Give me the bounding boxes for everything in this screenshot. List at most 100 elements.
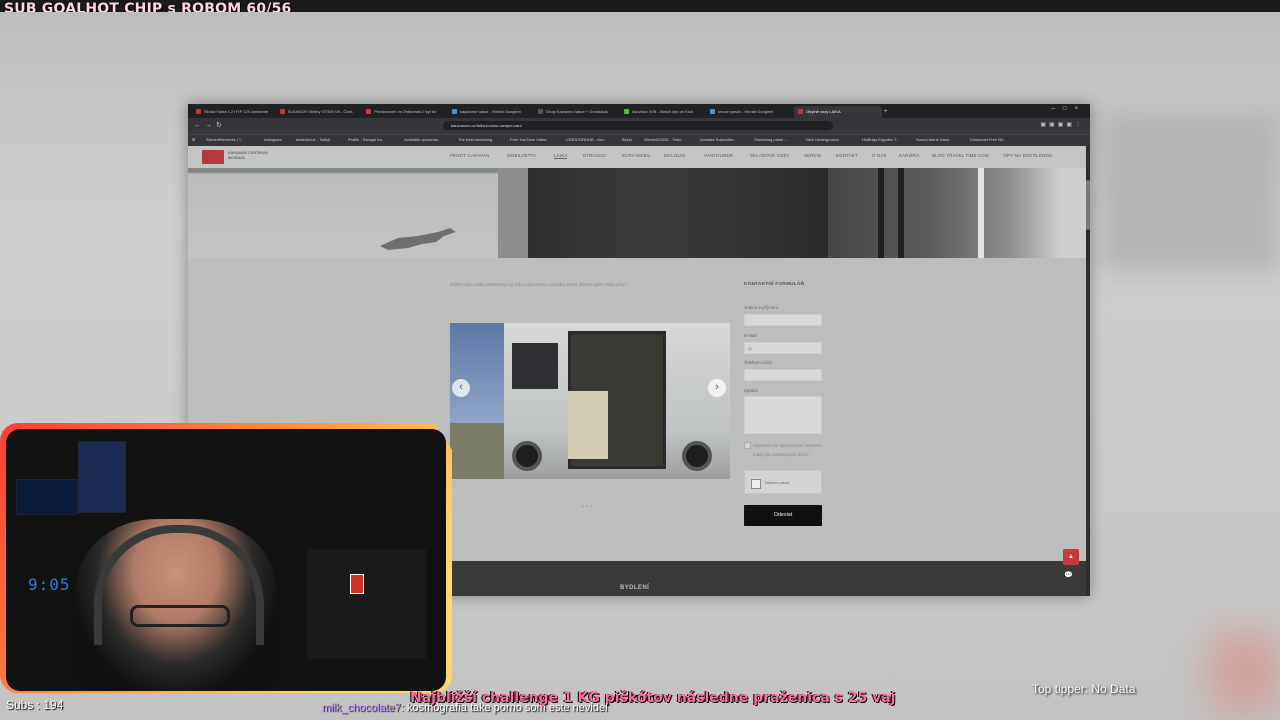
browser-tab-active[interactable]: Obytné vozy LAIKA xyxy=(794,106,882,118)
browser-tab[interactable]: kdovlxka IVIB - Watch dyn on Kick xyxy=(624,106,700,118)
browser-tab[interactable]: Drugi Kaplanno taboe + Geofadula xyxy=(538,106,614,118)
consent-checkbox[interactable] xyxy=(744,442,751,449)
bookmark-item[interactable]: StreamDOGE - Twitc.. xyxy=(644,137,684,142)
bookmark-item[interactable]: The best streaming.. xyxy=(458,137,494,142)
contact-form: KONTAKTNÍ FORMULÁŘ Jméno a příjmení E-ma… xyxy=(744,282,844,526)
bookmark-item[interactable]: Profile - Escape fro.. xyxy=(348,137,384,142)
chat-icon[interactable]: 💬 xyxy=(1064,571,1076,581)
webcam-clock: 9:05 xyxy=(28,575,71,594)
address-bar[interactable]: karavancm.cz/laika-kosmo-camper-van/ xyxy=(443,121,833,130)
page-scrollbar[interactable] xyxy=(1086,146,1090,596)
nav-item[interactable]: O NÁS xyxy=(872,153,887,158)
nav-item[interactable]: MCLOUIS xyxy=(664,153,685,158)
chat-message: milk_chocolate7: kosmografia take porno … xyxy=(322,702,608,714)
nav-item[interactable]: MOBILVETTA xyxy=(507,153,536,158)
tab-favicon-icon xyxy=(196,109,201,115)
scroll-top-icon[interactable]: ▲ xyxy=(1063,549,1079,565)
tab-favicon-icon xyxy=(798,109,803,115)
scrollbar-thumb[interactable] xyxy=(1086,180,1090,230)
browser-tab[interactable]: ELEANOR Shelby GT500 V8 - Čistá xyxy=(280,106,356,118)
email-field[interactable]: @ xyxy=(744,342,822,354)
captcha-widget[interactable]: Nejsem robot xyxy=(744,470,822,494)
nav-item[interactable]: VANTOURER xyxy=(704,153,733,158)
chat-username: milk_chocolate7 xyxy=(322,702,401,714)
tab-label: Škoda Fabia 1.2 HTP 12V Ambiente xyxy=(204,109,269,114)
gallery-next-icon[interactable]: › xyxy=(708,379,726,397)
backdrop-blur xyxy=(1210,632,1280,712)
image-gallery[interactable]: ‹ › xyxy=(450,323,730,479)
site-footer: BYDLENÍ xyxy=(448,561,1086,596)
browser-tab[interactable]: kaplanme taboe - Hledat Googlem xyxy=(452,106,528,118)
bookmark-item[interactable]: Free YouTube Video.. xyxy=(510,137,548,142)
bookmark-item[interactable]: HisBriga Ergodex T.. xyxy=(862,137,898,142)
bookmark-item[interactable]: StreamElements | T.. xyxy=(206,137,243,142)
hero-image-part xyxy=(878,168,884,258)
bookmark-item[interactable]: Bkeyr xyxy=(622,137,632,142)
bookmark-item[interactable]: Instagram xyxy=(264,137,282,142)
browser-tab[interactable]: Předsezonní vs Ordinerals 2 byl tot xyxy=(366,106,442,118)
tab-favicon-icon xyxy=(452,109,457,115)
window-controls[interactable]: –□× xyxy=(1052,106,1086,112)
site-logo-icon[interactable] xyxy=(202,150,224,164)
glasses xyxy=(130,605,230,627)
gallery-pagination[interactable]: • • • xyxy=(582,503,593,508)
tab-label: Předsezonní vs Ordinerals 2 byl tot xyxy=(374,109,437,114)
backdrop-blur xyxy=(1100,112,1280,272)
nav-item[interactable]: PENOT CARAVAN xyxy=(450,153,489,158)
tab-favicon-icon xyxy=(280,109,285,115)
bookmark-item[interactable]: Animate Subscribe.. xyxy=(700,137,736,142)
nav-item[interactable]: ETRUSCO xyxy=(583,153,606,158)
nav-item[interactable]: SERVIS xyxy=(804,153,821,158)
tab-favicon-icon xyxy=(624,109,629,115)
gallery-prev-icon[interactable]: ‹ xyxy=(452,379,470,397)
browser-tab[interactable]: Škoda Fabia 1.2 HTP 12V Ambiente xyxy=(196,106,272,118)
extension-icons[interactable]: ▣▣▣▣⋮ xyxy=(1040,121,1084,128)
hero-image-part xyxy=(898,168,904,258)
nav-item[interactable]: TIPY NA DOVOLENOU xyxy=(1003,153,1052,158)
bookmark-item[interactable]: lekabbrook - Twitch xyxy=(296,137,330,142)
back-icon[interactable]: ← xyxy=(194,122,205,129)
bookmark-item[interactable]: Streaming panel -.. xyxy=(754,137,788,142)
apps-icon[interactable]: ⊞ xyxy=(192,137,195,142)
bookmark-item[interactable]: Available operando.. xyxy=(404,137,440,142)
captcha-checkbox[interactable] xyxy=(751,479,761,489)
footer-label: BYDLENÍ xyxy=(620,585,650,591)
gallery-photo xyxy=(512,441,542,471)
nav-item[interactable]: BLOG TRAVEL TIME CCM xyxy=(932,153,989,158)
tab-favicon-icon xyxy=(538,109,543,115)
hero-left-panel xyxy=(188,168,498,258)
webcam-background xyxy=(16,479,78,515)
submit-button[interactable]: Odeslat xyxy=(744,505,822,526)
navigation-buttons[interactable]: ←→↻ xyxy=(194,121,226,129)
reload-icon[interactable]: ↻ xyxy=(216,122,226,129)
bookmark-item[interactable]: Sound Alerts Dash.. xyxy=(916,137,951,142)
greyhound-logo-icon xyxy=(380,228,456,250)
site-logo-text[interactable]: KARAVAN CENTRUM MORAVA xyxy=(228,150,268,160)
tab-strip: Škoda Fabia 1.2 HTP 12V Ambiente ELEANOR… xyxy=(188,104,1090,118)
message-field[interactable] xyxy=(744,396,822,434)
nav-item[interactable]: KONTAKT xyxy=(836,153,858,158)
browser-tab[interactable]: known grado - Hledat Googlem xyxy=(710,106,786,118)
forward-icon[interactable]: → xyxy=(205,122,216,129)
bookmark-item[interactable]: CREATORHUB - Acc.. xyxy=(566,137,606,142)
phone-field[interactable] xyxy=(744,369,822,381)
tab-label: known grado - Hledat Googlem xyxy=(718,109,774,114)
hero-image-part xyxy=(498,168,528,258)
name-field[interactable] xyxy=(744,314,822,326)
tab-label: ELEANOR Shelby GT500 V8 - Čistá xyxy=(288,109,353,114)
bookmark-item[interactable]: New Underground.. xyxy=(806,137,841,142)
nav-item-active[interactable]: LAIKA xyxy=(554,153,568,159)
nav-item[interactable]: EURA MOBIL xyxy=(622,153,651,158)
gallery-photo xyxy=(682,441,712,471)
gallery-photo xyxy=(512,343,558,389)
subs-counter: Subs : 194 xyxy=(6,698,64,712)
tab-favicon-icon xyxy=(366,109,371,115)
nav-item[interactable]: SKLADOVÉ VOZY xyxy=(750,153,789,158)
name-label: Jméno a příjmení xyxy=(744,305,778,310)
new-tab-icon[interactable]: + xyxy=(884,106,894,118)
hero-image-part xyxy=(528,168,828,258)
nav-item[interactable]: KARIÉRA xyxy=(899,153,920,158)
chat-text: : kosmografia take porno som este nevide… xyxy=(400,702,608,714)
webcam-feed: 9:05 xyxy=(6,429,446,691)
bookmark-item[interactable]: Download Free Bli.. xyxy=(970,137,1005,142)
